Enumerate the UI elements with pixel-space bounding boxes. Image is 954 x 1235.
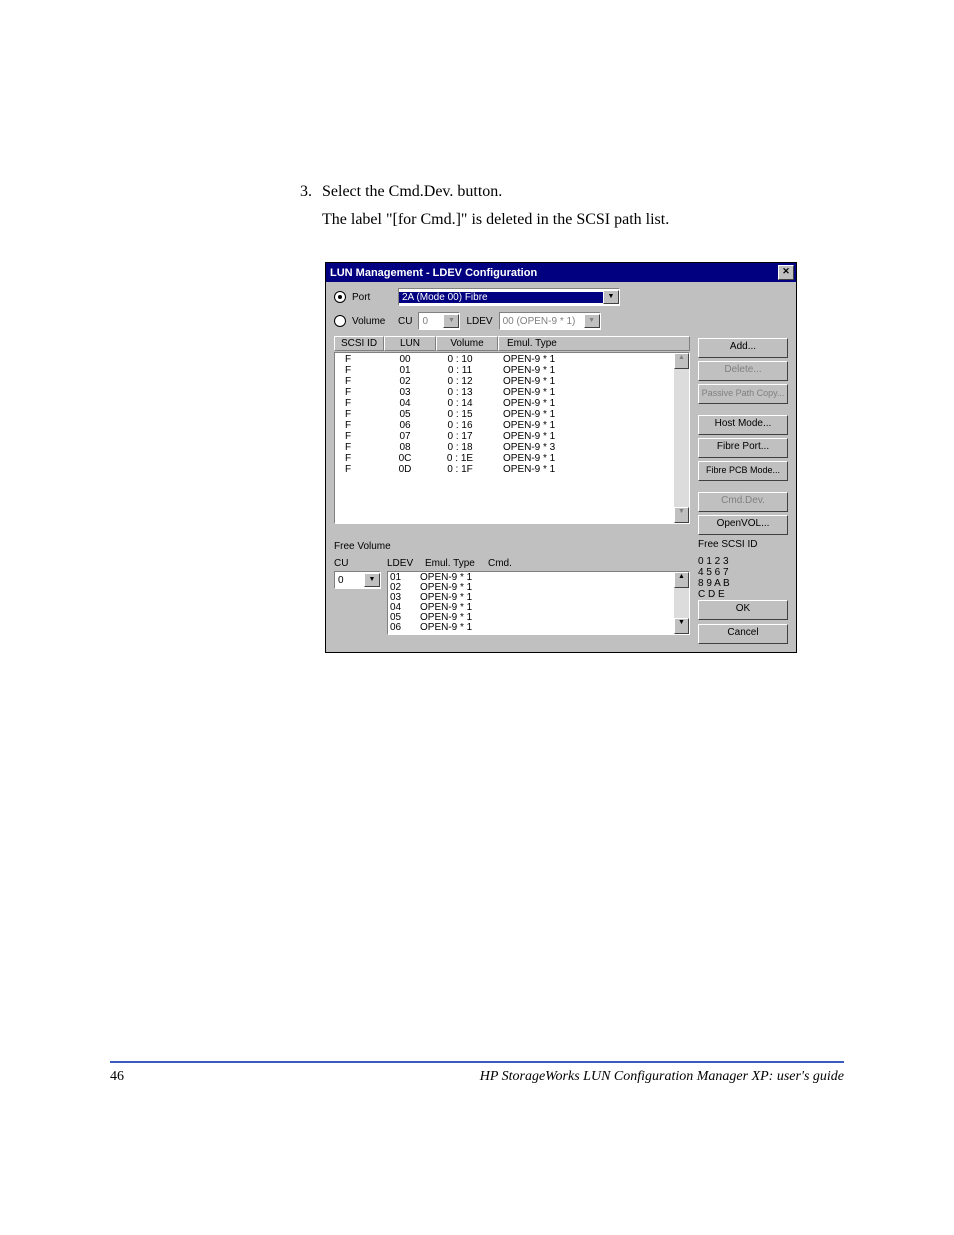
table-row[interactable]: F080 : 18OPEN-9 * 3 [337,442,672,453]
fv-cu-combo[interactable]: 0 ▼ [334,571,381,589]
cmd-dev-button: Cmd.Dev. [698,492,788,512]
fv-cu-label: CU [334,558,379,569]
volume-label: Volume [352,316,392,327]
host-mode-button[interactable]: Host Mode... [698,415,788,435]
page-footer: 46 HP StorageWorks LUN Configuration Man… [110,1061,844,1085]
openvol-button[interactable]: OpenVOL... [698,515,788,535]
delete-button: Delete... [698,361,788,381]
id-row: 4 5 6 7 [698,567,788,578]
fibre-pcb-mode-button[interactable]: Fibre PCB Mode... [698,461,788,481]
radio-volume[interactable] [334,315,346,327]
scrollbar[interactable]: ▲ ▼ [674,572,689,634]
step-text-1: Select the Cmd.Dev. button. [322,183,502,200]
footer-title: HP StorageWorks LUN Configuration Manage… [480,1069,844,1085]
cu-label: CU [398,316,412,327]
table-row[interactable]: F020 : 12OPEN-9 * 1 [337,376,672,387]
chevron-down-icon[interactable]: ▼ [603,290,619,304]
free-volume-title: Free Volume [334,541,690,552]
cu-value: 0 [419,316,443,327]
list-item[interactable]: 06OPEN-9 * 1 [390,623,672,633]
table-row[interactable]: F030 : 13OPEN-9 * 1 [337,387,672,398]
ldev-combo: 00 (OPEN-9 * 1) ▼ [499,312,601,330]
id-row: 8 9 A B [698,578,788,589]
table-row[interactable]: F060 : 16OPEN-9 * 1 [337,420,672,431]
step-number: 3. [300,180,322,204]
free-scsi-grid: 0 1 2 3 4 5 6 7 8 9 A B C D E [698,556,788,600]
titlebar: LUN Management - LDEV Configuration ✕ [326,263,796,282]
port-combo[interactable]: 2A (Mode 00) Fibre ▼ [398,288,620,306]
scsi-path-list[interactable]: F000 : 10OPEN-9 * 1F010 : 11OPEN-9 * 1F0… [334,352,690,524]
table-row[interactable]: F010 : 11OPEN-9 * 1 [337,365,672,376]
scroll-up-icon[interactable]: ▲ [674,353,689,369]
scroll-up-icon[interactable]: ▲ [674,572,689,588]
ok-button[interactable]: OK [698,600,788,620]
chevron-down-icon: ▼ [443,314,459,328]
fv-cu-value: 0 [335,575,364,586]
cancel-button[interactable]: Cancel [698,624,788,644]
cu-combo: 0 ▼ [418,312,460,330]
port-label: Port [352,292,392,303]
free-volume-list[interactable]: 01OPEN-9 * 102OPEN-9 * 103OPEN-9 * 104OP… [387,571,690,635]
passive-path-copy-button: Passive Path Copy... [698,384,788,404]
port-value: 2A (Mode 00) Fibre [399,292,603,303]
fibre-port-button[interactable]: Fibre Port... [698,438,788,458]
dialog-title: LUN Management - LDEV Configuration [330,267,537,279]
header-lun[interactable]: LUN [384,336,436,351]
free-scsi-title: Free SCSI ID [698,539,788,550]
id-row: 0 1 2 3 [698,556,788,567]
page-number: 46 [110,1069,124,1085]
id-row: C D E [698,589,788,600]
close-icon[interactable]: ✕ [778,265,794,280]
ldev-value: 00 (OPEN-9 * 1) [500,316,584,327]
header-scsi[interactable]: SCSI ID [334,336,384,351]
fv-cmd-label: Cmd. [488,558,512,569]
header-volume[interactable]: Volume [436,336,498,351]
scroll-down-icon[interactable]: ▼ [674,507,689,523]
step-text-2: The label "[for Cmd.]" is deleted in the… [322,208,844,232]
scrollbar[interactable]: ▲ ▼ [674,353,689,523]
table-row[interactable]: F040 : 14OPEN-9 * 1 [337,398,672,409]
header-emul: Emul. Type [498,336,690,351]
ldev-label: LDEV [466,316,492,327]
radio-port[interactable] [334,291,346,303]
table-row[interactable]: F0D0 : 1FOPEN-9 * 1 [337,464,672,475]
table-row[interactable]: F070 : 17OPEN-9 * 1 [337,431,672,442]
chevron-down-icon: ▼ [584,314,600,328]
table-row[interactable]: F050 : 15OPEN-9 * 1 [337,409,672,420]
add-button[interactable]: Add... [698,338,788,358]
chevron-down-icon[interactable]: ▼ [364,573,380,587]
instruction-block: 3.Select the Cmd.Dev. button. The label … [300,180,844,232]
fv-emul-label: Emul. Type [425,558,480,569]
table-row[interactable]: F0C0 : 1EOPEN-9 * 1 [337,453,672,464]
table-row[interactable]: F000 : 10OPEN-9 * 1 [337,354,672,365]
fv-ldev-label: LDEV [387,558,417,569]
dialog-window: LUN Management - LDEV Configuration ✕ Po… [325,262,797,653]
scroll-down-icon[interactable]: ▼ [674,618,689,634]
